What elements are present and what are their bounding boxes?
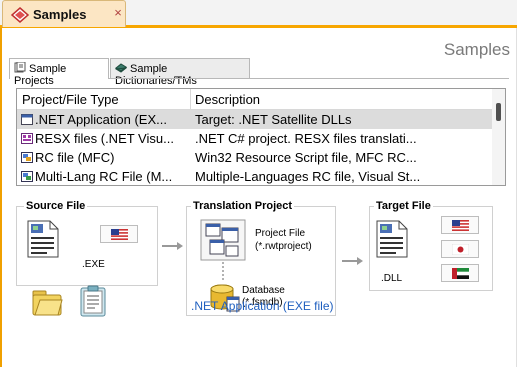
- samples-diamond-icon: [11, 7, 29, 23]
- clipboard-notes-icon[interactable]: [78, 285, 108, 317]
- resx-file-icon: [21, 133, 33, 144]
- us-flag-icon: [452, 220, 469, 231]
- samples-document-tab[interactable]: Samples ×: [2, 0, 126, 27]
- database-label: Database: [242, 285, 285, 296]
- project-file-icon: [200, 219, 246, 261]
- list-scrollbar[interactable]: [492, 89, 505, 185]
- open-folder-icon[interactable]: [31, 287, 63, 317]
- list-row[interactable]: .NET Application (EX... Target: .NET Sat…: [17, 110, 493, 129]
- selected-sample-link[interactable]: .NET Application (EXE file): [191, 299, 334, 313]
- uae-flag-icon: [452, 268, 469, 279]
- list-header: Project/File Type Description: [17, 89, 493, 110]
- list-row[interactable]: RC file (MFC) Win32 Resource Script file…: [17, 148, 493, 167]
- scrollbar-thumb[interactable]: [496, 103, 501, 121]
- arrow-right-icon: [162, 242, 183, 250]
- us-flag-icon: [111, 229, 128, 240]
- source-file-icon: [27, 220, 59, 258]
- rc-file-icon: [21, 152, 33, 163]
- project-type-list[interactable]: Project/File Type Description .NET Appli…: [16, 88, 506, 186]
- net-app-icon: [21, 114, 33, 125]
- tab-label: Sample Dictionaries/TMs: [115, 63, 197, 87]
- target-ext-label: .DLL: [381, 273, 403, 284]
- japan-flag-icon: [452, 244, 469, 255]
- target-file-icon: [376, 220, 408, 258]
- arrow-right-icon: [342, 257, 363, 265]
- row-description: .NET C# project. RESX files translati...: [195, 131, 417, 146]
- document-tab-bar: Samples ×: [0, 0, 517, 28]
- document-tab-title: Samples: [33, 7, 87, 22]
- column-header-description[interactable]: Description: [195, 92, 260, 107]
- page-title: Samples: [443, 40, 510, 59]
- sample-tabs: Sample Projects Sample Dictionaries/TMs: [9, 58, 509, 87]
- target-language-jp-button[interactable]: [441, 240, 479, 258]
- list-row[interactable]: RESX files (.NET Visu... .NET C# project…: [17, 129, 493, 148]
- translation-project-title: Translation Project: [191, 200, 295, 212]
- source-ext-label: .EXE: [82, 259, 105, 270]
- row-description: Target: .NET Satellite DLLs: [195, 112, 352, 127]
- column-header-type[interactable]: Project/File Type: [22, 92, 119, 107]
- target-language-ae-button[interactable]: [441, 264, 479, 282]
- project-file-ext: (*.rwtproject): [255, 241, 312, 252]
- multilang-rc-icon: [21, 171, 33, 182]
- project-file-label: Project File: [255, 228, 306, 239]
- source-file-title: Source File: [24, 200, 88, 212]
- row-description: Multiple-Languages RC file, Visual St...: [195, 169, 421, 184]
- dictionary-icon: [115, 63, 127, 73]
- source-language-button[interactable]: [100, 225, 138, 243]
- row-type: RC file (MFC): [35, 150, 115, 165]
- row-type: .NET Application (EX...: [35, 112, 167, 127]
- tab-sample-dictionaries[interactable]: Sample Dictionaries/TMs: [110, 58, 250, 87]
- target-language-us-button[interactable]: [441, 216, 479, 234]
- column-separator[interactable]: [190, 89, 191, 110]
- row-description: Win32 Resource Script file, MFC RC...: [195, 150, 417, 165]
- target-file-title: Target File: [374, 200, 433, 212]
- connector-line: [222, 262, 224, 282]
- tab-sample-projects[interactable]: Sample Projects: [9, 58, 109, 87]
- list-row[interactable]: Multi-Lang RC File (M... Multiple-Langua…: [17, 167, 493, 185]
- row-type: Multi-Lang RC File (M...: [35, 169, 173, 184]
- close-icon[interactable]: ×: [111, 6, 125, 20]
- projects-icon: [14, 62, 26, 73]
- row-type: RESX files (.NET Visu...: [35, 131, 174, 146]
